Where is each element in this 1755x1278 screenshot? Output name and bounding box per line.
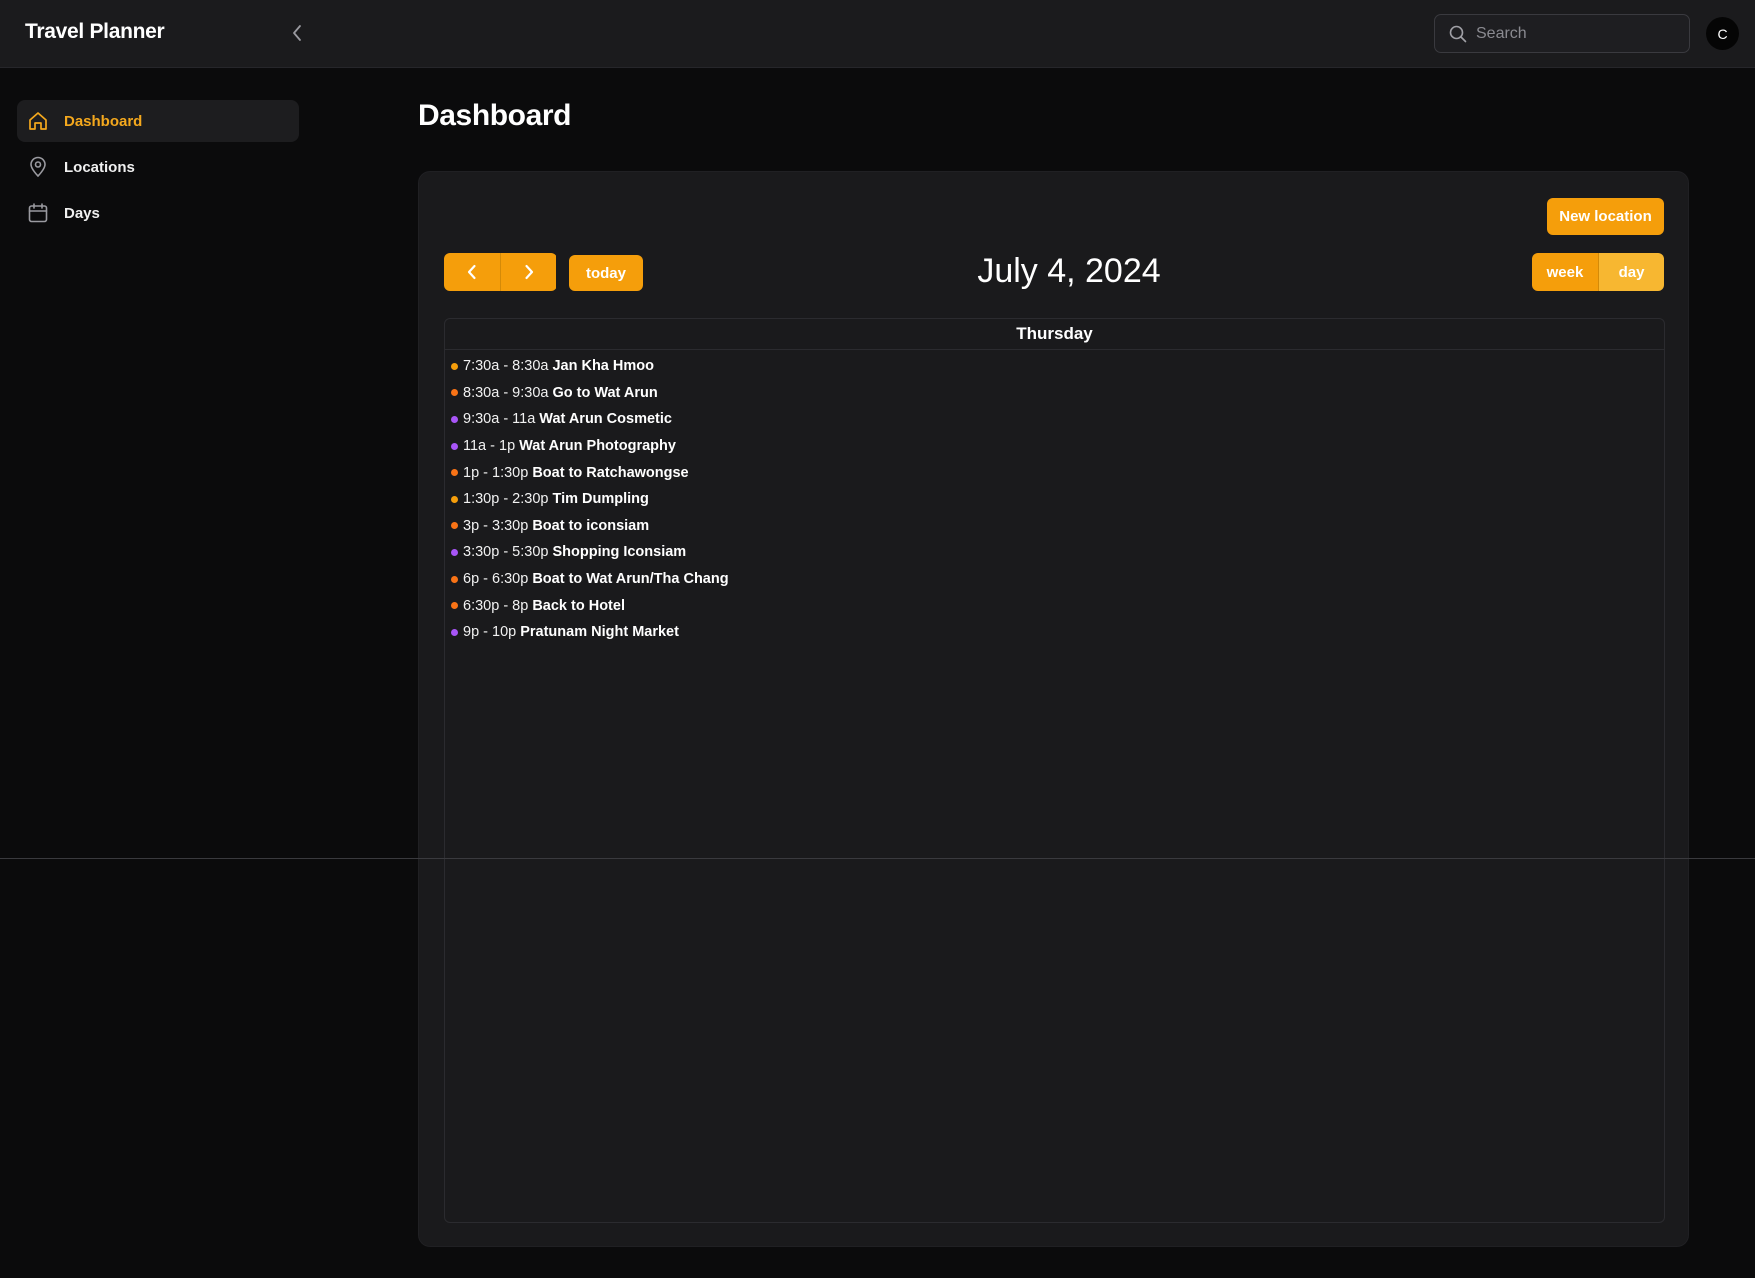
event-item[interactable]: 9p - 10p Pratunam Night Market — [445, 619, 1664, 646]
event-item[interactable]: 11a - 1p Wat Arun Photography — [445, 433, 1664, 460]
chevron-left-icon — [293, 25, 301, 41]
event-time: 6:30p - 8p — [463, 597, 529, 614]
date-title: July 4, 2024 — [977, 252, 1161, 290]
event-dot — [451, 575, 458, 583]
app-title: Travel Planner — [25, 20, 165, 43]
week-view-button[interactable]: week — [1532, 253, 1598, 291]
event-dot — [451, 628, 458, 636]
event-item[interactable]: 1:30p - 2:30p Tim Dumpling — [445, 486, 1664, 513]
collapse-sidebar-button[interactable] — [286, 22, 308, 44]
avatar[interactable]: C — [1706, 17, 1739, 50]
new-location-button[interactable]: New location — [1547, 198, 1664, 235]
event-item[interactable]: 3p - 3:30p Boat to iconsiam — [445, 513, 1664, 540]
event-item[interactable]: 8:30a - 9:30a Go to Wat Arun — [445, 380, 1664, 407]
sidebar-item-locations[interactable]: Locations — [17, 146, 299, 188]
sidebar-item-label: Dashboard — [64, 112, 143, 130]
top-bar: Travel Planner C — [0, 0, 1755, 68]
sidebar-item-days[interactable]: Days — [17, 192, 299, 234]
sidebar-item-label: Locations — [64, 158, 135, 176]
event-title: Jan Kha Hmoo — [552, 358, 654, 375]
event-item[interactable]: 6:30p - 8p Back to Hotel — [445, 592, 1664, 619]
event-title: Boat to Ratchawongse — [532, 464, 689, 481]
today-button[interactable]: today — [569, 255, 643, 291]
date-nav-group — [444, 253, 557, 291]
event-dot — [451, 495, 458, 503]
calendar-icon — [26, 201, 50, 225]
event-title: Tim Dumpling — [552, 491, 649, 508]
event-dot — [451, 415, 458, 423]
search-icon — [1449, 25, 1467, 43]
event-time: 7:30a - 8:30a — [463, 358, 549, 375]
home-icon — [26, 109, 50, 133]
event-dot — [451, 602, 458, 610]
event-title: Boat to iconsiam — [532, 517, 650, 534]
event-time: 1:30p - 2:30p — [463, 491, 549, 508]
prev-button[interactable] — [444, 253, 500, 291]
sidebar: Dashboard Locations Days — [0, 68, 320, 1278]
sidebar-item-label: Days — [64, 204, 100, 222]
event-time: 9:30a - 11a — [463, 411, 536, 428]
event-dot — [451, 522, 458, 530]
sidebar-item-dashboard[interactable]: Dashboard — [17, 100, 299, 142]
event-list: 7:30a - 8:30a Jan Kha Hmoo 8:30a - 9:30a Go… — [445, 350, 1664, 646]
event-time: 9p - 10p — [463, 624, 517, 641]
event-time: 1p - 1:30p — [463, 464, 529, 481]
event-title: Shopping Iconsiam — [552, 544, 687, 561]
event-time: 8:30a - 9:30a — [463, 384, 549, 401]
event-dot — [451, 389, 458, 397]
map-pin-icon — [26, 155, 50, 179]
event-title: Wat Arun Cosmetic — [539, 411, 672, 428]
search-input[interactable] — [1476, 15, 1681, 52]
page-title: Dashboard — [418, 99, 572, 132]
event-title: Wat Arun Photography — [519, 438, 676, 455]
event-title: Pratunam Night Market — [520, 624, 679, 641]
event-item[interactable]: 7:30a - 8:30a Jan Kha Hmoo — [445, 353, 1664, 380]
event-dot — [451, 469, 458, 477]
event-time: 3p - 3:30p — [463, 517, 529, 534]
chevron-left-icon — [467, 264, 476, 280]
view-toggle: week day — [1532, 253, 1664, 291]
event-time: 11a - 1p — [463, 438, 516, 455]
event-title: Boat to Wat Arun/Tha Chang — [532, 571, 729, 588]
search-box[interactable] — [1434, 14, 1690, 53]
event-time: 6p - 6:30p — [463, 571, 529, 588]
event-dot — [451, 362, 458, 370]
event-item[interactable]: 3:30p - 5:30p Shopping Iconsiam — [445, 539, 1664, 566]
day-view-button[interactable]: day — [1598, 253, 1664, 291]
event-item[interactable]: 6p - 6:30p Boat to Wat Arun/Tha Chang — [445, 566, 1664, 593]
event-dot — [451, 548, 458, 556]
event-title: Back to Hotel — [532, 597, 625, 614]
chevron-right-icon — [524, 264, 533, 280]
divider — [0, 858, 1755, 859]
event-time: 3:30p - 5:30p — [463, 544, 549, 561]
day-calendar: Thursday 7:30a - 8:30a Jan Kha Hmoo 8:30a … — [444, 318, 1665, 1223]
day-header: Thursday — [445, 319, 1664, 350]
calendar-card: New location today July 4, 2024 week day… — [418, 171, 1689, 1247]
event-dot — [451, 442, 458, 450]
event-title: Go to Wat Arun — [552, 384, 658, 401]
event-item[interactable]: 9:30a - 11a Wat Arun Cosmetic — [445, 406, 1664, 433]
event-item[interactable]: 1p - 1:30p Boat to Ratchawongse — [445, 459, 1664, 486]
next-button[interactable] — [500, 253, 556, 291]
